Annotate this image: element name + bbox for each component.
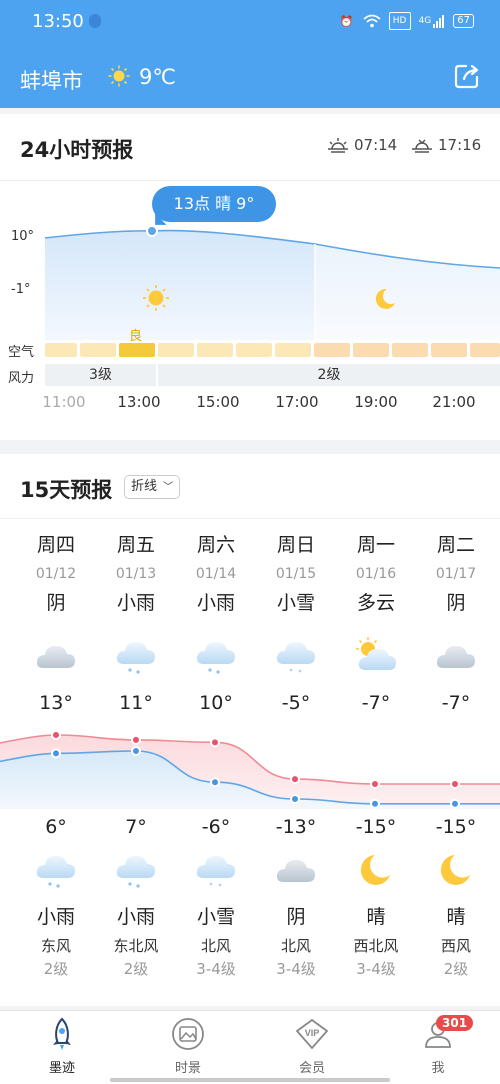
high-temp-point (290, 774, 300, 785)
current-hour-point[interactable] (146, 225, 158, 237)
high-temp-point (131, 734, 141, 745)
aqi-bar (158, 343, 194, 357)
status-bar: 13:50 ⏰ HD 4G 67 (0, 0, 500, 46)
time-tick: 17:00 (275, 393, 319, 411)
nav-label: 时景 (174, 1061, 201, 1076)
aqi-bar (470, 343, 500, 357)
aqi-bar (314, 343, 350, 357)
battery-icon: 67 (453, 14, 474, 28)
air-row-label: 空气 (8, 345, 35, 360)
notification-badge: 301 (436, 1015, 474, 1031)
time-tick: 21:00 (432, 393, 476, 411)
aqi-bar (80, 343, 116, 357)
daytime-area (45, 230, 315, 340)
current-temperature: 9℃ (139, 65, 176, 89)
nav-item-scenes[interactable]: 时景 (148, 1017, 228, 1076)
sun-icon (108, 65, 130, 87)
share-icon[interactable] (453, 62, 481, 90)
daily-forecast-card: 15天预报 折线 ﹀ 周四 01/12 阴 13° 6° 小雨 东风 2级 周五… (0, 454, 500, 1006)
vip-icon: VIP (295, 1018, 329, 1050)
bottom-navigation: 墨迹 时景 VIP 会员 我 301 (0, 1010, 500, 1084)
aqi-bar (275, 343, 311, 357)
city-name[interactable]: 蚌埠市 (20, 65, 83, 95)
svg-text:VIP: VIP (305, 1028, 320, 1038)
low-temp-point (51, 748, 61, 759)
nav-label: 我 (431, 1061, 445, 1076)
time-tick: 19:00 (354, 393, 398, 411)
aqi-bar (353, 343, 389, 357)
high-temp-point (370, 779, 380, 789)
wind-segment: 3级 (45, 364, 156, 386)
wind-row-label: 风力 (8, 371, 35, 386)
time-tick: 13:00 (117, 393, 161, 411)
hd-icon: HD (388, 12, 411, 30)
picture-icon (172, 1018, 204, 1050)
high-temp-point (51, 730, 61, 740)
low-temp-point (370, 798, 380, 809)
network-type: 4G (418, 16, 432, 26)
wind-segment: 2级 (158, 364, 500, 386)
home-indicator[interactable] (110, 1078, 390, 1082)
time-tick: 15:00 (196, 393, 240, 411)
aqi-label: 良 (129, 329, 143, 344)
title-bar: 蚌埠市 9℃ (0, 56, 500, 102)
daily-temperature-chart (0, 730, 500, 809)
hourly-forecast-card: 24小时预报 07:14 17:16 13点 晴 9° 10° -1° 空气 良… (0, 114, 500, 440)
rocket-icon (53, 1017, 71, 1050)
wifi-icon (362, 13, 381, 29)
y-label-high: 10° (11, 229, 35, 244)
y-label-low: -1° (11, 282, 31, 297)
low-temp-point (210, 777, 220, 788)
aqi-bar (197, 343, 233, 357)
aqi-bar (392, 343, 428, 357)
aqi-bar (45, 343, 77, 357)
signal-icon: 4G (419, 13, 446, 29)
nav-item-moji[interactable]: 墨迹 (22, 1017, 102, 1076)
alarm-icon: ⏰ (339, 14, 354, 28)
high-temp-point (450, 779, 460, 789)
status-indicator (89, 14, 101, 28)
low-temp-point (450, 798, 460, 809)
time-tick: 11:00 (42, 393, 86, 411)
high-temp-point (210, 737, 220, 748)
aqi-bar (236, 343, 272, 357)
nav-item-vip[interactable]: VIP 会员 (272, 1017, 352, 1076)
nav-label: 会员 (298, 1061, 325, 1076)
nav-label: 墨迹 (48, 1061, 75, 1076)
hour-tooltip: 13点 晴 9° (152, 186, 276, 222)
top-bar: 13:50 ⏰ HD 4G 67 蚌埠市 9℃ (0, 0, 500, 108)
status-time: 13:50 (32, 11, 84, 32)
low-temp-point (131, 746, 141, 756)
aqi-bar (431, 343, 467, 357)
status-icons: ⏰ HD 4G 67 (339, 12, 474, 30)
low-temp-point (290, 794, 300, 804)
hourly-temperature-chart (44, 225, 500, 340)
aqi-bar-current (119, 343, 155, 357)
